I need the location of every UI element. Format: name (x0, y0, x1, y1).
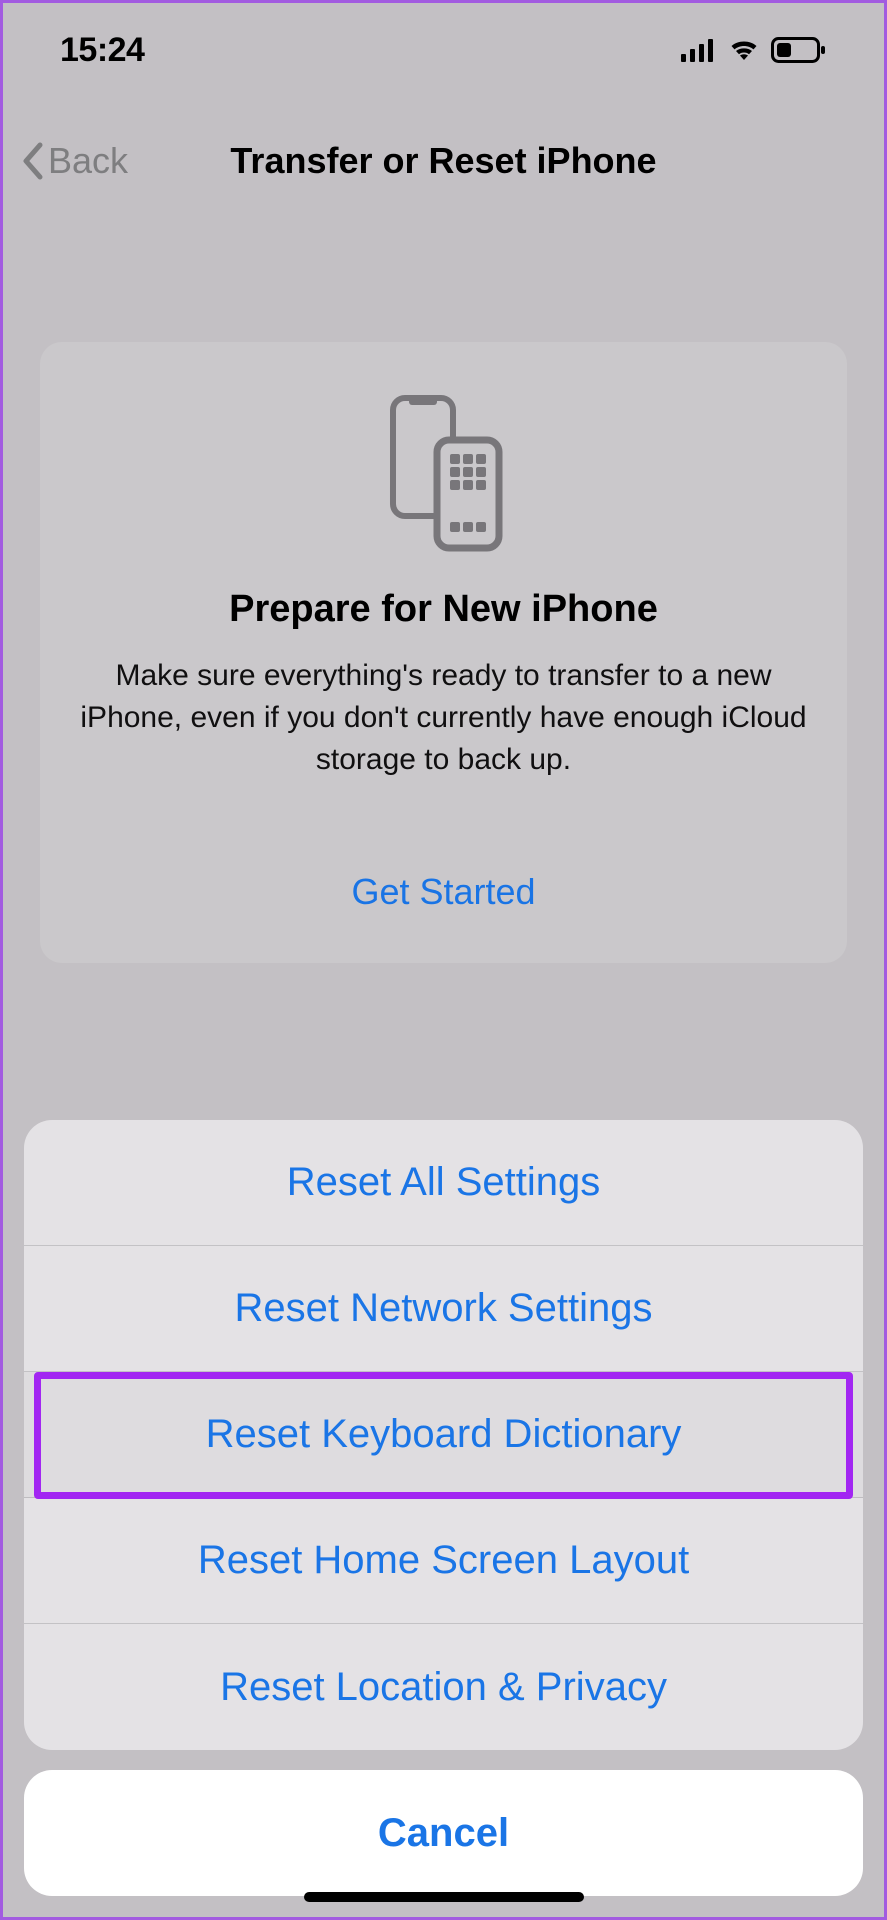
reset-network-settings-button[interactable]: Reset Network Settings (24, 1246, 863, 1372)
cancel-button[interactable]: Cancel (24, 1770, 863, 1896)
sheet-item-label: Reset Keyboard Dictionary (206, 1412, 682, 1457)
card-title: Prepare for New iPhone (80, 588, 807, 631)
prepare-card: Prepare for New iPhone Make sure everyth… (40, 342, 847, 963)
card-description: Make sure everything's ready to transfer… (80, 655, 807, 781)
status-icons (681, 37, 827, 63)
status-time: 15:24 (60, 31, 144, 70)
sheet-group: Reset All Settings Reset Network Setting… (24, 1120, 863, 1750)
transfer-devices-icon (80, 392, 807, 552)
cellular-icon (681, 38, 717, 62)
reset-all-settings-button[interactable]: Reset All Settings (24, 1120, 863, 1246)
back-label: Back (48, 140, 128, 182)
nav-bar: Back Transfer or Reset iPhone (0, 100, 887, 222)
status-bar: 15:24 (0, 0, 887, 100)
home-indicator[interactable] (304, 1892, 584, 1902)
battery-icon (771, 37, 827, 63)
page-title: Transfer or Reset iPhone (230, 140, 656, 182)
back-button[interactable]: Back (20, 140, 128, 182)
reset-home-screen-layout-button[interactable]: Reset Home Screen Layout (24, 1498, 863, 1624)
reset-action-sheet: Reset All Settings Reset Network Setting… (24, 1120, 863, 1896)
reset-keyboard-dictionary-button[interactable]: Reset Keyboard Dictionary (24, 1372, 863, 1498)
reset-location-privacy-button[interactable]: Reset Location & Privacy (24, 1624, 863, 1750)
get-started-button[interactable]: Get Started (80, 871, 807, 913)
chevron-left-icon (20, 141, 44, 181)
wifi-icon (727, 38, 761, 62)
